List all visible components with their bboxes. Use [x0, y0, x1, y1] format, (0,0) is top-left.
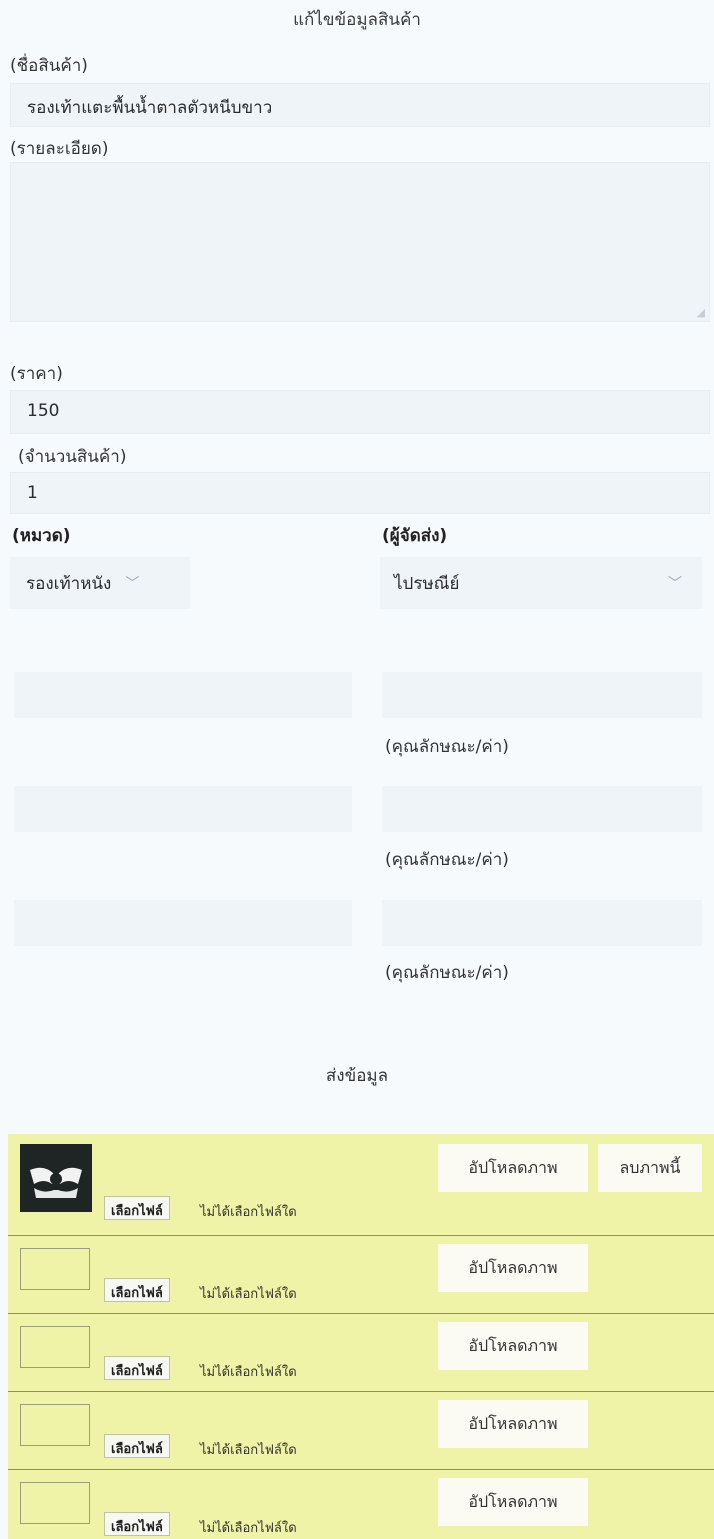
details-label: (รายละเอียด) — [10, 139, 109, 159]
file-status: ไม่ได้เลือกไฟล์ใด — [200, 1287, 297, 1302]
choose-file-button[interactable]: เลือกไฟล์ — [104, 1356, 170, 1380]
price-field[interactable]: 150 — [10, 390, 710, 434]
attribute-name-input-3[interactable] — [14, 900, 352, 946]
file-status: ไม่ได้เลือกไฟล์ใด — [200, 1443, 297, 1458]
upload-image-button[interactable]: อัปโหลดภาพ — [438, 1244, 588, 1292]
name-value: รองเท้าแตะพื้นน้ำตาลตัวหนีบขาว — [27, 98, 273, 118]
quantity-field[interactable]: 1 — [10, 472, 710, 514]
choose-file-button[interactable]: เลือกไฟล์ — [104, 1196, 170, 1220]
empty-thumbnail — [20, 1326, 90, 1368]
page-title: แก้ไขข้อมูลสินค้า — [293, 10, 421, 30]
attribute-label-2: (คุณลักษณะ/ค่า) — [385, 850, 509, 870]
category-select[interactable]: รองเท้าหนัง ﹀ — [10, 557, 190, 609]
image-row: เลือกไฟล์ ไม่ได้เลือกไฟล์ใด อัปโหลดภาพ — [8, 1236, 714, 1314]
file-status: ไม่ได้เลือกไฟล์ใด — [200, 1365, 297, 1380]
delete-image-button[interactable]: ลบภาพนี้ — [598, 1144, 702, 1192]
quantity-label: (จำนวนสินค้า) — [18, 447, 127, 467]
product-thumbnail — [20, 1144, 92, 1212]
details-textarea[interactable]: ◢ — [10, 162, 710, 322]
category-selected: รองเท้าหนัง — [26, 573, 112, 594]
chevron-down-icon: ﹀ — [125, 576, 140, 592]
image-row: เลือกไฟล์ ไม่ได้เลือกไฟล์ใด อัปโหลดภาพ ล… — [8, 1134, 714, 1236]
quantity-value: 1 — [27, 483, 38, 503]
shipper-select[interactable]: ไปรษณีย์ ﹀ — [380, 557, 702, 609]
attribute-label-1: (คุณลักษณะ/ค่า) — [385, 737, 509, 757]
submit-button[interactable]: ส่งข้อมูล — [300, 1062, 414, 1089]
attribute-value-input-3[interactable] — [382, 900, 702, 946]
choose-file-button[interactable]: เลือกไฟล์ — [104, 1278, 170, 1302]
price-label: (ราคา) — [10, 364, 63, 384]
empty-thumbnail — [20, 1482, 90, 1524]
upload-image-button[interactable]: อัปโหลดภาพ — [438, 1322, 588, 1370]
image-row: เลือกไฟล์ ไม่ได้เลือกไฟล์ใด อัปโหลดภาพ — [8, 1392, 714, 1470]
attribute-name-input-2[interactable] — [14, 786, 352, 832]
file-status: ไม่ได้เลือกไฟล์ใด — [200, 1521, 297, 1536]
shipper-selected: ไปรษณีย์ — [394, 573, 460, 594]
empty-thumbnail — [20, 1248, 90, 1290]
image-row: เลือกไฟล์ ไม่ได้เลือกไฟล์ใด อัปโหลดภาพ — [8, 1470, 714, 1539]
empty-thumbnail — [20, 1404, 90, 1446]
image-row: เลือกไฟล์ ไม่ได้เลือกไฟล์ใด อัปโหลดภาพ — [8, 1314, 714, 1392]
choose-file-button[interactable]: เลือกไฟล์ — [104, 1512, 170, 1536]
attribute-label-3: (คุณลักษณะ/ค่า) — [385, 963, 509, 983]
resize-handle-icon[interactable]: ◢ — [697, 306, 705, 319]
attribute-value-input-1[interactable] — [382, 672, 702, 718]
upload-image-button[interactable]: อัปโหลดภาพ — [438, 1478, 588, 1526]
shipper-label: (ผู้จัดส่ง) — [382, 526, 448, 546]
choose-file-button[interactable]: เลือกไฟล์ — [104, 1434, 170, 1458]
chevron-down-icon: ﹀ — [668, 576, 682, 592]
upload-image-button[interactable]: อัปโหลดภาพ — [438, 1144, 588, 1192]
price-value: 150 — [27, 401, 60, 421]
file-status: ไม่ได้เลือกไฟล์ใด — [200, 1205, 297, 1220]
attribute-name-input-1[interactable] — [14, 672, 352, 718]
category-label: (หมวด) — [12, 526, 71, 546]
name-label: (ชื่อสินค้า) — [10, 56, 88, 76]
attribute-value-input-2[interactable] — [382, 786, 702, 832]
upload-image-button[interactable]: อัปโหลดภาพ — [438, 1400, 588, 1448]
image-upload-panel: เลือกไฟล์ ไม่ได้เลือกไฟล์ใด อัปโหลดภาพ ล… — [8, 1134, 714, 1539]
name-field[interactable]: รองเท้าแตะพื้นน้ำตาลตัวหนีบขาว — [10, 83, 710, 127]
